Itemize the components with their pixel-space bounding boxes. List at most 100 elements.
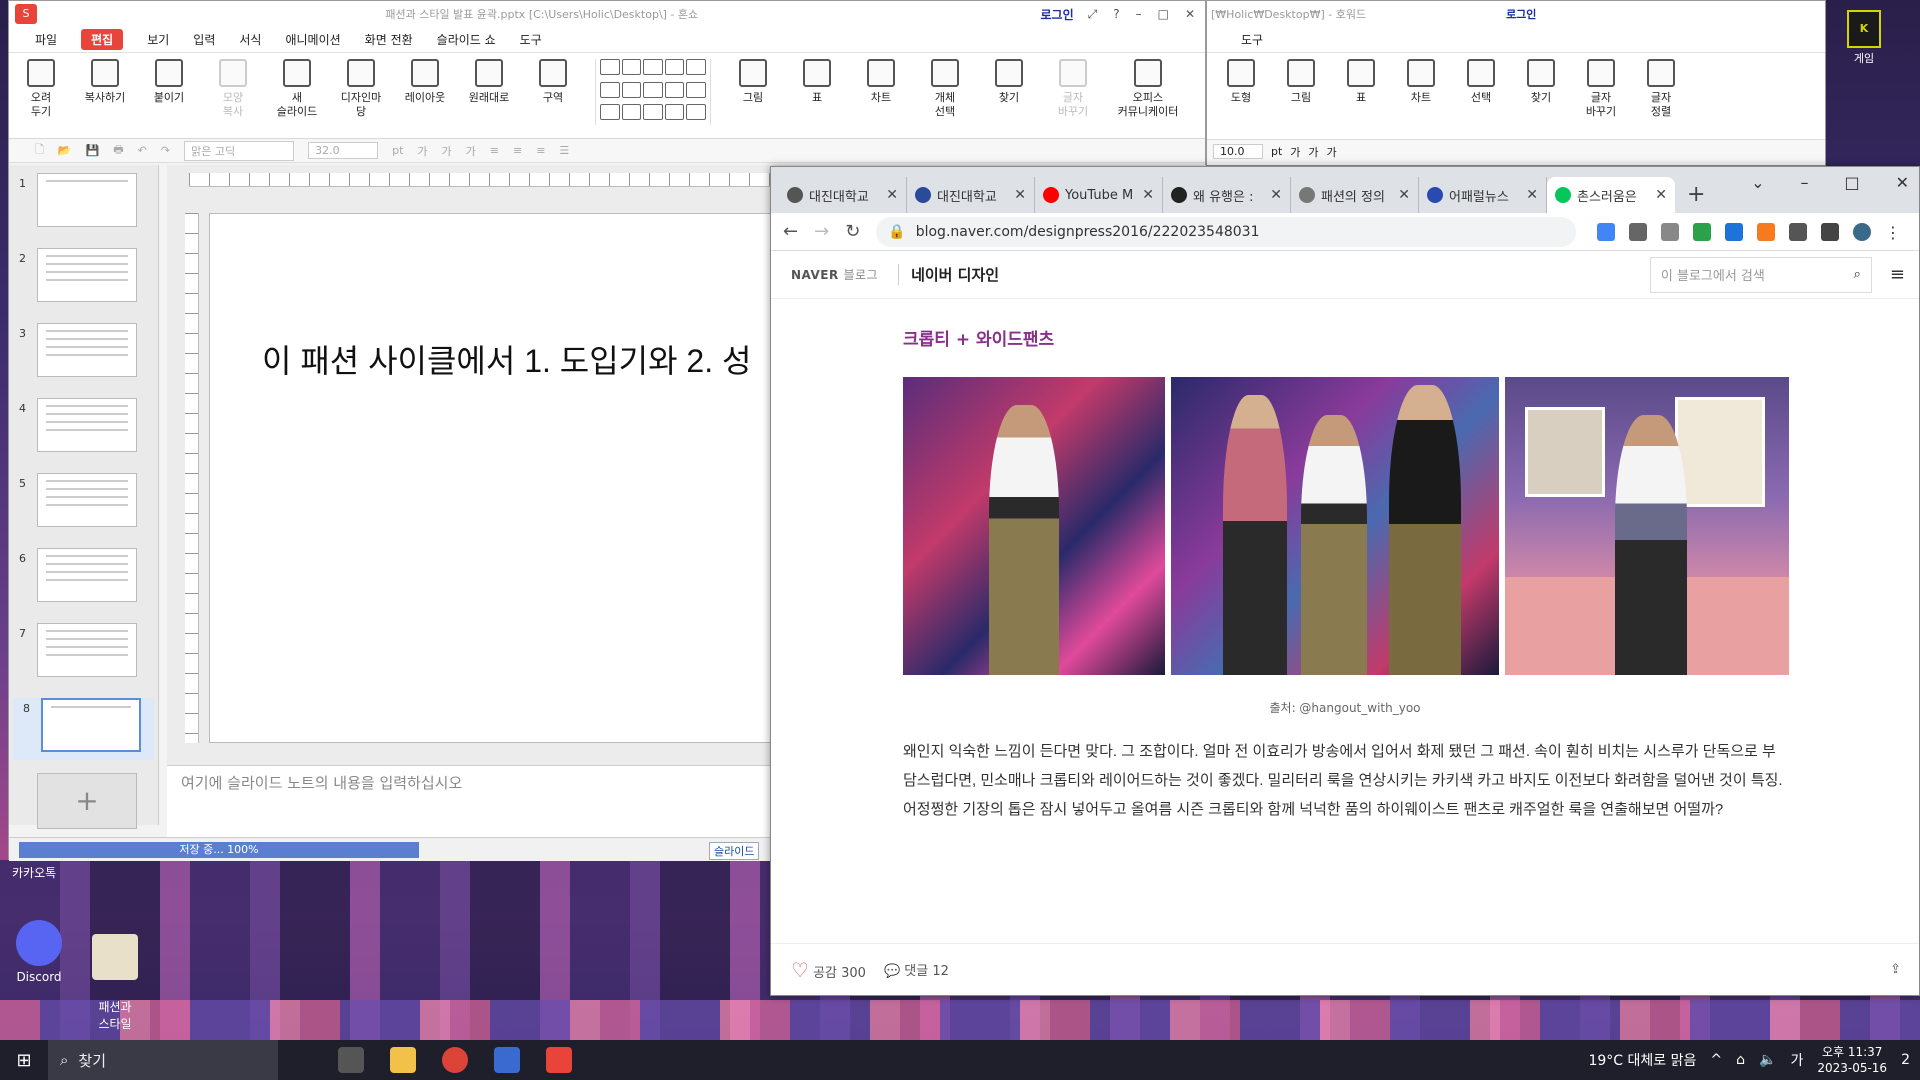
share-icon[interactable]: [1629, 222, 1647, 241]
slide-thumbnail[interactable]: 4: [9, 398, 158, 460]
font-name-select[interactable]: 맑은 고딕: [184, 140, 295, 161]
underline-icon[interactable]: 가: [466, 143, 476, 159]
sidepanel-icon[interactable]: [1821, 222, 1839, 241]
ribbon-button[interactable]: 오피스 커뮤니케이터: [1115, 59, 1181, 119]
menu-edit[interactable]: 편집: [81, 29, 124, 50]
show-app-icon[interactable]: S: [15, 4, 37, 24]
taskbar-clock[interactable]: 오후 11:37 2023-05-16: [1817, 1044, 1887, 1076]
ribbon-button[interactable]: 레이아웃: [403, 59, 447, 105]
chrome-taskbar-icon[interactable]: [442, 1047, 468, 1073]
presentation-file-icon[interactable]: 패션과 스타일: [80, 920, 150, 1032]
ribbon-button[interactable]: 그림: [731, 59, 775, 105]
show-taskbar-icon[interactable]: [546, 1047, 572, 1073]
add-slide-button[interactable]: +: [37, 773, 137, 829]
notification-badge[interactable]: 2: [1901, 1052, 1910, 1068]
tab-close-icon[interactable]: ✕: [1398, 187, 1410, 203]
game-desktop-icon[interactable]: K 게임: [1840, 10, 1888, 70]
blog-search-input[interactable]: 이 블로그에서 검색 ⌕: [1649, 256, 1872, 293]
menu-tools[interactable]: 도구: [520, 31, 542, 48]
google-icon[interactable]: [1597, 222, 1615, 241]
chrome-maximize-icon[interactable]: □: [1844, 173, 1859, 192]
minimize-icon[interactable]: –: [1136, 7, 1142, 22]
ribbon-button[interactable]: 글자 바꾸기: [1051, 59, 1095, 119]
browser-tab[interactable]: 대진대학교 ✕: [907, 177, 1035, 213]
like-button[interactable]: ♡ 공감 300: [791, 958, 866, 982]
slide-thumbnail[interactable]: 3: [9, 323, 158, 385]
close-icon[interactable]: ✕: [1185, 7, 1195, 22]
post-photo-2[interactable]: [1171, 377, 1499, 675]
font-size-input[interactable]: 32.0: [308, 142, 379, 159]
ribbon-button[interactable]: 구역: [531, 59, 575, 105]
ribbon-button[interactable]: 원래대로: [467, 59, 511, 105]
address-bar[interactable]: 🔒 blog.naver.com/designpress2016/2220235…: [876, 216, 1577, 247]
ime-icon[interactable]: 가: [1790, 1050, 1803, 1070]
hwp-ribbon-button[interactable]: 표: [1339, 59, 1383, 133]
open-folder-icon[interactable]: 📂: [58, 144, 72, 157]
show-login-button[interactable]: 로그인: [1040, 6, 1073, 23]
bookmark-star-icon[interactable]: [1661, 222, 1679, 241]
menu-transition[interactable]: 화면 전환: [365, 31, 413, 48]
kakaotalk-label[interactable]: 카카오톡: [12, 864, 56, 881]
save-icon[interactable]: 💾: [86, 144, 100, 157]
profile-avatar[interactable]: [1853, 222, 1871, 241]
browser-tab[interactable]: 어패럴뉴스 ✕: [1419, 177, 1547, 213]
extension-on-icon[interactable]: [1725, 222, 1743, 241]
shape-gallery[interactable]: [595, 59, 711, 125]
align-right-icon[interactable]: ≡: [536, 144, 545, 157]
slide-thumbnail[interactable]: 1: [9, 173, 158, 235]
task-view-icon[interactable]: [338, 1047, 364, 1073]
hwp-ribbon-button[interactable]: 글자 정렬: [1639, 59, 1683, 133]
chrome-close-icon[interactable]: ✕: [1896, 173, 1909, 192]
slide-thumbnail[interactable]: 8: [13, 698, 154, 760]
slide-thumbnail[interactable]: 7: [9, 623, 158, 685]
windows-start-icon[interactable]: ⊞: [0, 1050, 48, 1071]
browser-tab[interactable]: 패션의 정의 ✕: [1291, 177, 1419, 213]
file-explorer-icon[interactable]: [390, 1047, 416, 1073]
hamburger-menu-icon[interactable]: ≡: [1890, 264, 1905, 285]
hwp-menu-tools[interactable]: 도구: [1241, 31, 1263, 48]
align-left-icon[interactable]: ≡: [490, 144, 499, 157]
hwp-ribbon-button[interactable]: 선택: [1459, 59, 1503, 133]
new-doc-icon[interactable]: 🗋: [35, 141, 44, 160]
slide-thumbnail[interactable]: 6: [9, 548, 158, 610]
discord-desktop-icon[interactable]: Discord: [4, 920, 74, 984]
ribbon-button[interactable]: 표: [795, 59, 839, 105]
maximize-icon[interactable]: □: [1158, 7, 1169, 22]
hwp-ribbon-button[interactable]: 글자 바꾸기: [1579, 59, 1623, 133]
new-tab-icon[interactable]: +: [1687, 182, 1705, 207]
ribbon-button[interactable]: 붙이기: [147, 59, 191, 105]
browser-tab[interactable]: YouTube M ✕: [1035, 177, 1163, 213]
hwp-ribbon-button[interactable]: 그림: [1279, 59, 1323, 133]
slide-thumbnail[interactable]: 5: [9, 473, 158, 535]
redo-icon[interactable]: ↷: [161, 144, 170, 157]
comment-button[interactable]: 💬 댓글 12: [884, 960, 949, 979]
post-photo-3[interactable]: [1505, 377, 1789, 675]
ribbon-button[interactable]: 모양 복사: [211, 59, 255, 119]
forward-icon[interactable]: →: [814, 221, 829, 242]
fullscreen-icon[interactable]: ⤢: [1088, 7, 1098, 22]
browser-tab[interactable]: 대진대학교 ✕: [779, 177, 907, 213]
ribbon-button[interactable]: 오려 두기: [19, 59, 63, 119]
post-photo-1[interactable]: [903, 377, 1165, 675]
search-icon[interactable]: ⌕: [1854, 267, 1861, 282]
tab-close-icon[interactable]: ✕: [1014, 187, 1026, 203]
chrome-minimize-icon[interactable]: –: [1800, 173, 1808, 192]
print-icon[interactable]: 🖶: [113, 141, 123, 160]
puzzle-icon[interactable]: [1789, 222, 1807, 241]
ribbon-button[interactable]: 개체 선택: [923, 59, 967, 119]
ribbon-button[interactable]: 복사하기: [83, 59, 127, 105]
menu-view[interactable]: 보기: [147, 31, 169, 48]
menu-insert[interactable]: 입력: [193, 31, 215, 48]
ribbon-button[interactable]: 차트: [859, 59, 903, 105]
undo-icon[interactable]: ↶: [138, 144, 147, 157]
ribbon-button[interactable]: 디자인마당: [339, 59, 383, 119]
slide-thumbnail[interactable]: 2: [9, 248, 158, 310]
bullet-list-icon[interactable]: ☰: [559, 144, 569, 157]
tab-close-icon[interactable]: ✕: [886, 187, 898, 203]
hwp-underline-icon[interactable]: 가: [1327, 144, 1337, 160]
hwp-ribbon-button[interactable]: 차트: [1399, 59, 1443, 133]
hwp-italic-icon[interactable]: 가: [1308, 144, 1318, 160]
browser-tab[interactable]: 촌스러움은 ✕: [1547, 177, 1675, 213]
tray-chevron-icon[interactable]: ^: [1710, 1052, 1722, 1068]
slide-text-box[interactable]: 이 패션 사이클에서 1. 도입기와 2. 성: [262, 336, 751, 382]
